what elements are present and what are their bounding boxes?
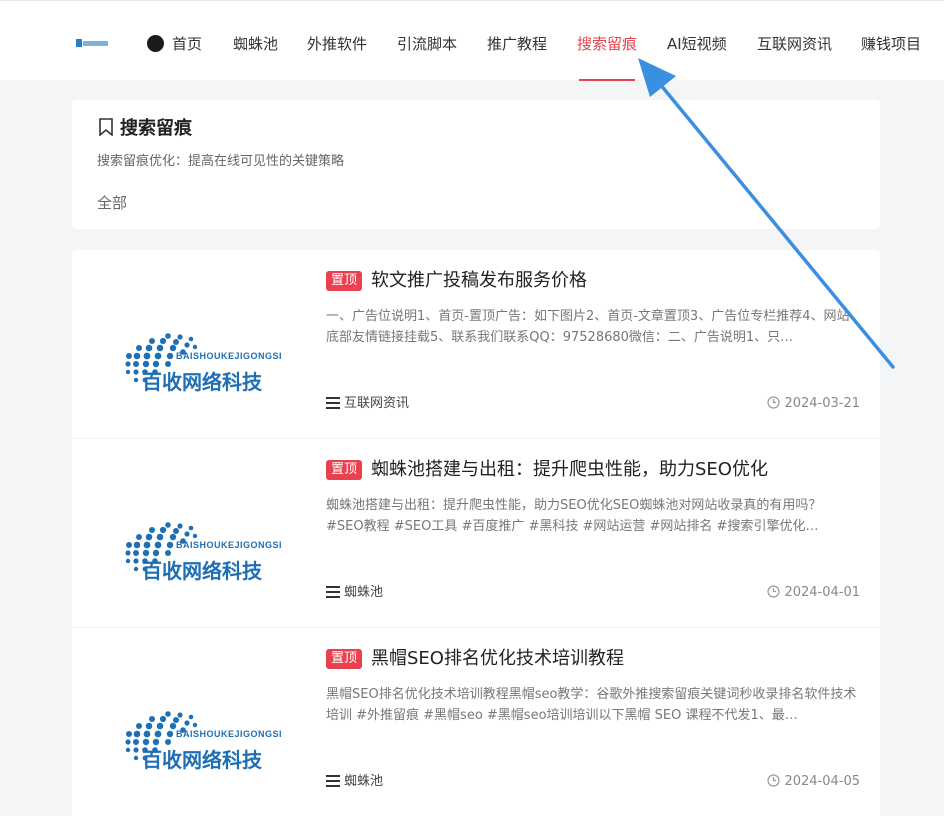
site-header: 首页 蜘蛛池 外推软件 引流脚本 推广教程 搜索留痕 AI短视频 互联网资讯 赚… — [0, 0, 944, 81]
pinned-badge: 置顶 — [326, 271, 363, 291]
post-category[interactable]: 蜘蛛池 — [326, 584, 383, 602]
post-category[interactable]: 蜘蛛池 — [326, 773, 383, 791]
bookmark-icon — [99, 118, 113, 136]
clock-icon — [767, 396, 781, 409]
post-title[interactable]: 黑帽SEO排名优化技术培训教程 — [371, 647, 624, 671]
category-header-card: 搜索留痕 搜索留痕优化：提高在线可见性的关键策略 全部 — [72, 100, 880, 229]
post-excerpt: 一、广告位说明1、首页-置顶广告：如下图片2、首页-文章置顶3、广告位专栏推荐4… — [326, 309, 850, 345]
post-item: BAISHOUKEJIGONGSI 百收网络科技 置顶 蜘蛛池搭建与出租：提升爬… — [72, 439, 880, 628]
nav-item-promo-tutorials[interactable]: 推广教程 — [487, 34, 547, 54]
nav-item-internet-news[interactable]: 互联网资讯 — [757, 34, 832, 54]
category-description: 搜索留痕优化：提高在线可见性的关键策略 — [97, 154, 345, 169]
svg-text:百收网络科技: 百收网络科技 — [142, 748, 263, 772]
nav-item-traffic-scripts[interactable]: 引流脚本 — [397, 34, 457, 54]
svg-text:百收网络科技: 百收网络科技 — [142, 370, 263, 394]
nav-item-push-software[interactable]: 外推软件 — [307, 34, 367, 54]
post-thumbnail[interactable]: BAISHOUKEJIGONGSI 百收网络科技 — [102, 658, 312, 780]
filter-all[interactable]: 全部 — [97, 193, 127, 213]
post-excerpt: 蜘蛛池搭建与出租：提升爬虫性能，助力SEO优化SEO蜘蛛池对网站收录真的有用吗？… — [326, 498, 822, 534]
post-item: BAISHOUKEJIGONGSI 百收网络科技 置顶 黑帽SEO排名优化技术培… — [72, 628, 880, 816]
list-icon — [326, 775, 340, 787]
svg-text:BAISHOUKEJIGONGSI: BAISHOUKEJIGONGSI — [176, 351, 282, 361]
post-thumbnail[interactable]: BAISHOUKEJIGONGSI 百收网络科技 — [102, 469, 312, 591]
main-nav: 首页 蜘蛛池 外推软件 引流脚本 推广教程 搜索留痕 AI短视频 互联网资讯 赚… — [0, 1, 944, 81]
nav-item-spider-pool[interactable]: 蜘蛛池 — [233, 34, 278, 54]
list-icon — [326, 397, 340, 409]
post-category[interactable]: 互联网资讯 — [326, 395, 409, 413]
post-list: BAISHOUKEJIGONGSI 百收网络科技 置顶 软文推广投稿发布服务价格… — [72, 250, 880, 816]
post-thumbnail[interactable]: BAISHOUKEJIGONGSI 百收网络科技 — [102, 280, 312, 402]
pinned-badge: 置顶 — [326, 649, 363, 669]
post-title[interactable]: 蜘蛛池搭建与出租：提升爬虫性能，助力SEO优化 — [371, 458, 768, 482]
svg-text:BAISHOUKEJIGONGSI: BAISHOUKEJIGONGSI — [176, 729, 282, 739]
post-date: 2024-04-05 — [767, 773, 860, 791]
category-title: 搜索留痕 — [98, 118, 192, 140]
list-icon — [326, 586, 340, 598]
svg-text:百收网络科技: 百收网络科技 — [142, 559, 263, 583]
post-title[interactable]: 软文推广投稿发布服务价格 — [371, 269, 587, 293]
nav-item-money-projects[interactable]: 赚钱项目 — [861, 34, 921, 54]
nav-item-ai-video[interactable]: AI短视频 — [667, 34, 727, 54]
post-date: 2024-03-21 — [767, 395, 860, 413]
post-item: BAISHOUKEJIGONGSI 百收网络科技 置顶 软文推广投稿发布服务价格… — [72, 250, 880, 439]
nav-item-search-trace[interactable]: 搜索留痕 — [577, 34, 637, 54]
clock-icon — [767, 585, 781, 598]
clock-icon — [767, 774, 781, 787]
pinned-badge: 置顶 — [326, 460, 363, 480]
home-icon — [147, 35, 164, 52]
nav-item-home[interactable]: 首页 — [147, 34, 202, 54]
post-excerpt: 黑帽SEO排名优化技术培训教程黑帽seo教学：谷歌外推搜索留痕关键词秒收录排名软… — [326, 687, 857, 723]
svg-text:BAISHOUKEJIGONGSI: BAISHOUKEJIGONGSI — [176, 540, 282, 550]
post-date: 2024-04-01 — [767, 584, 860, 602]
active-nav-underline — [579, 79, 635, 81]
